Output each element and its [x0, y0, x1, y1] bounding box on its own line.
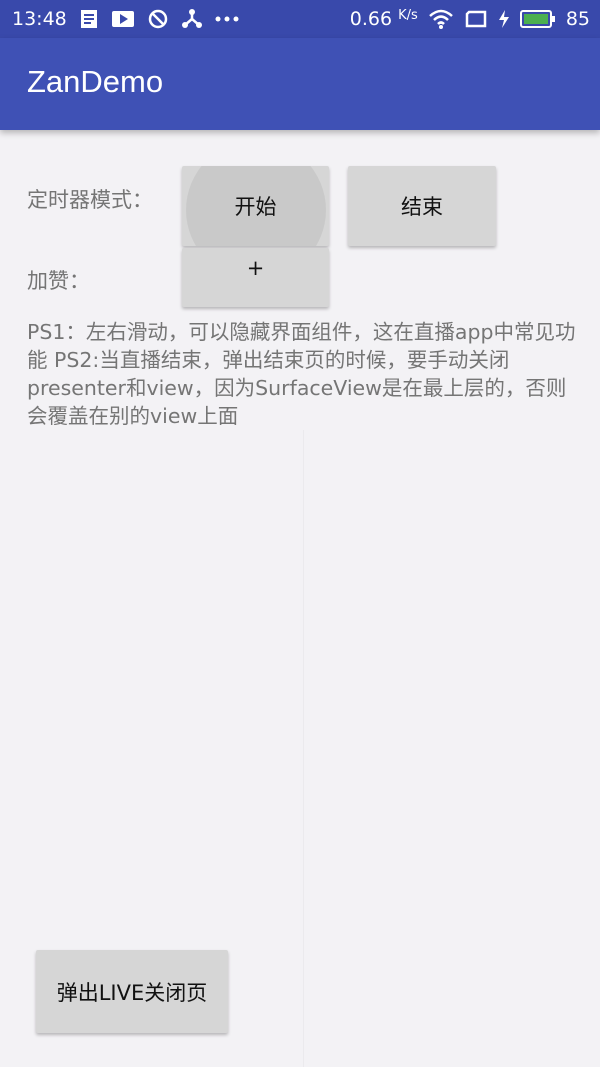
- battery-level: 85: [565, 8, 590, 30]
- popup-live-close-label: 弹出LIVE关闭页: [56, 980, 208, 1005]
- app-title: ZanDemo: [27, 64, 164, 99]
- more-icon: [215, 15, 239, 23]
- block-icon: [147, 8, 169, 30]
- end-button[interactable]: 结束: [348, 166, 496, 246]
- add-like-button-label: +: [246, 256, 265, 280]
- play-icon: [111, 9, 135, 29]
- status-left: 13:48: [12, 0, 239, 38]
- divider: [303, 430, 304, 1067]
- network-icon: [181, 8, 203, 30]
- popup-live-close-button[interactable]: 弹出LIVE关闭页: [36, 950, 228, 1033]
- battery-icon: [519, 9, 556, 29]
- network-speed: 0.66 K/s: [350, 8, 418, 30]
- charging-icon: [498, 9, 510, 29]
- start-button[interactable]: 开始: [182, 166, 329, 246]
- network-speed-value: 0.66: [349, 8, 393, 30]
- end-button-label: 结束: [401, 195, 443, 219]
- app-bar: ZanDemo: [0, 38, 600, 130]
- status-bar: 13:48 0.66 K/s 85: [0, 0, 600, 38]
- timer-mode-label: 定时器模式：: [27, 188, 153, 212]
- like-label: 加赞：: [27, 269, 90, 293]
- status-time: 13:48: [12, 8, 67, 30]
- add-like-button[interactable]: +: [182, 248, 329, 307]
- document-icon: [79, 9, 99, 29]
- description-text: PS1：左右滑动，可以隐藏界面组件，这在直播app中常见功能 PS2:当直播结束…: [27, 320, 576, 428]
- status-right: 0.66 K/s 85: [350, 0, 590, 38]
- start-button-label: 开始: [234, 195, 277, 219]
- wifi-icon: [428, 8, 454, 30]
- sim-icon: [464, 9, 488, 29]
- network-speed-unit: K/s: [398, 8, 418, 23]
